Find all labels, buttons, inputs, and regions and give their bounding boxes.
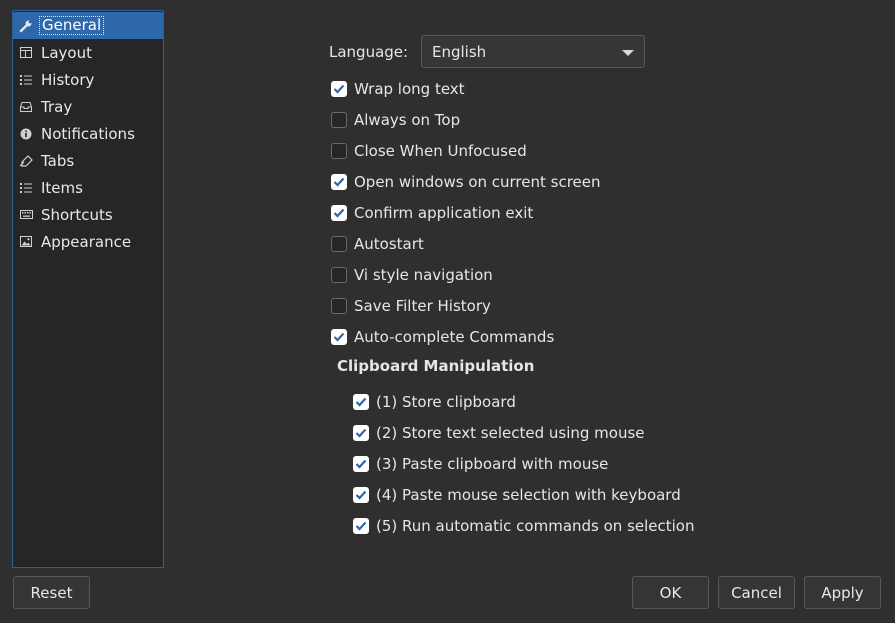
list-icon bbox=[13, 74, 39, 85]
option-vi-navigation[interactable]: Vi style navigation bbox=[331, 265, 493, 285]
option-save-filter-history[interactable]: Save Filter History bbox=[331, 296, 491, 316]
checkbox[interactable] bbox=[353, 518, 369, 534]
image-icon bbox=[13, 236, 39, 247]
sidebar-item-history[interactable]: History bbox=[13, 66, 163, 93]
cancel-button[interactable]: Cancel bbox=[718, 576, 795, 609]
sidebar-item-label: History bbox=[41, 70, 95, 89]
option-label: Autostart bbox=[354, 235, 424, 253]
layout-icon bbox=[13, 47, 39, 58]
checkbox[interactable] bbox=[331, 81, 347, 97]
option-confirm-exit[interactable]: Confirm application exit bbox=[331, 203, 533, 223]
sidebar-item-label: General bbox=[39, 16, 105, 35]
sidebar-item-layout[interactable]: Layout bbox=[13, 39, 163, 66]
sidebar-item-label: Tabs bbox=[41, 151, 75, 170]
option-label: Confirm application exit bbox=[354, 204, 534, 222]
option-wrap-long-text[interactable]: Wrap long text bbox=[331, 79, 465, 99]
option-store-clipboard[interactable]: (1) Store clipboard bbox=[353, 392, 516, 412]
ok-button[interactable]: OK bbox=[632, 576, 709, 609]
sidebar-item-label: Shortcuts bbox=[41, 205, 113, 224]
option-paste-clipboard-mouse[interactable]: (3) Paste clipboard with mouse bbox=[353, 454, 608, 474]
checkbox[interactable] bbox=[353, 456, 369, 472]
language-value: English bbox=[432, 43, 487, 61]
sidebar-item-label: Items bbox=[41, 178, 83, 197]
option-always-on-top[interactable]: Always on Top bbox=[331, 110, 460, 130]
checkbox[interactable] bbox=[331, 267, 347, 283]
sidebar-item-notifications[interactable]: Notifications bbox=[13, 120, 163, 147]
checkbox[interactable] bbox=[331, 174, 347, 190]
option-label: Close When Unfocused bbox=[354, 142, 527, 160]
option-close-when-unfocused[interactable]: Close When Unfocused bbox=[331, 141, 527, 161]
option-label: (3) Paste clipboard with mouse bbox=[376, 455, 609, 473]
option-paste-selection-keyboard[interactable]: (4) Paste mouse selection with keyboard bbox=[353, 485, 681, 505]
chevron-down-icon bbox=[622, 50, 634, 56]
option-label: (4) Paste mouse selection with keyboard bbox=[376, 486, 681, 504]
checkbox[interactable] bbox=[331, 236, 347, 252]
option-autostart[interactable]: Autostart bbox=[331, 234, 424, 254]
sidebar-item-general[interactable]: General bbox=[13, 12, 163, 39]
list-icon bbox=[13, 182, 39, 193]
tabs-icon bbox=[13, 154, 39, 167]
sidebar: General Layout History Tray Notification… bbox=[12, 10, 164, 568]
option-label: (1) Store clipboard bbox=[376, 393, 516, 411]
checkbox[interactable] bbox=[353, 487, 369, 503]
option-label: Open windows on current screen bbox=[354, 173, 601, 191]
sidebar-item-items[interactable]: Items bbox=[13, 174, 163, 201]
option-label: (5) Run automatic commands on selection bbox=[376, 517, 695, 535]
option-label: Always on Top bbox=[354, 111, 461, 129]
language-select[interactable]: English bbox=[421, 35, 645, 68]
sidebar-item-tray[interactable]: Tray bbox=[13, 93, 163, 120]
language-label: Language: bbox=[329, 43, 409, 61]
sidebar-item-label: Layout bbox=[41, 43, 92, 62]
tray-icon bbox=[13, 101, 39, 112]
option-autocomplete-commands[interactable]: Auto-complete Commands bbox=[331, 327, 554, 347]
info-icon bbox=[13, 128, 39, 140]
checkbox[interactable] bbox=[353, 394, 369, 410]
apply-button[interactable]: Apply bbox=[804, 576, 881, 609]
option-label: Auto-complete Commands bbox=[354, 328, 555, 346]
keyboard-icon bbox=[13, 210, 39, 219]
checkbox[interactable] bbox=[331, 329, 347, 345]
option-run-automatic-commands[interactable]: (5) Run automatic commands on selection bbox=[353, 516, 695, 536]
sidebar-item-label: Notifications bbox=[41, 124, 135, 143]
option-label: (2) Store text selected using mouse bbox=[376, 424, 645, 442]
clipboard-group-title: Clipboard Manipulation bbox=[337, 357, 535, 375]
option-label: Wrap long text bbox=[354, 80, 465, 98]
sidebar-item-appearance[interactable]: Appearance bbox=[13, 228, 163, 255]
checkbox[interactable] bbox=[331, 298, 347, 314]
sidebar-item-label: Tray bbox=[41, 97, 73, 116]
sidebar-item-label: Appearance bbox=[41, 232, 132, 251]
checkbox[interactable] bbox=[331, 205, 347, 221]
checkbox[interactable] bbox=[331, 143, 347, 159]
option-open-windows-current-screen[interactable]: Open windows on current screen bbox=[331, 172, 601, 192]
reset-button[interactable]: Reset bbox=[13, 576, 90, 609]
option-store-selection[interactable]: (2) Store text selected using mouse bbox=[353, 423, 645, 443]
option-label: Save Filter History bbox=[354, 297, 491, 315]
checkbox[interactable] bbox=[353, 425, 369, 441]
sidebar-item-tabs[interactable]: Tabs bbox=[13, 147, 163, 174]
sidebar-item-shortcuts[interactable]: Shortcuts bbox=[13, 201, 163, 228]
wrench-icon bbox=[13, 19, 39, 33]
checkbox[interactable] bbox=[331, 112, 347, 128]
option-label: Vi style navigation bbox=[354, 266, 493, 284]
